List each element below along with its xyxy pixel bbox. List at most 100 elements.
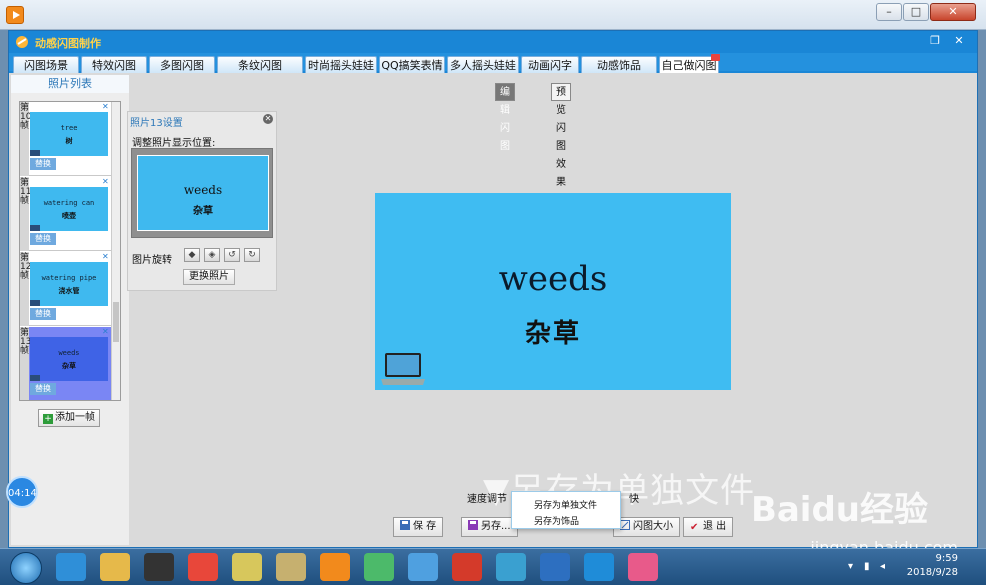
frame-replace-button[interactable]: 替换 xyxy=(30,308,56,320)
app-icon[interactable] xyxy=(540,553,570,581)
frame-thumbnail[interactable]: weeds 杂草 xyxy=(30,337,108,381)
watermark-logo: Baidu经验 xyxy=(750,490,928,530)
tab-stripe[interactable]: 条纹闪图 xyxy=(217,56,303,73)
laptop-icon xyxy=(30,225,40,231)
tab-ornaments[interactable]: 动感饰品 xyxy=(581,56,657,73)
shield-icon[interactable]: ▾ xyxy=(848,561,858,572)
tab-effect[interactable]: 特效闪图 xyxy=(81,56,147,73)
minimize-button[interactable]: – xyxy=(876,3,902,21)
game-icon[interactable] xyxy=(496,553,526,581)
frame-en: watering can xyxy=(43,199,95,207)
tab-bobblehead[interactable]: 时尚摇头娃娃 xyxy=(305,56,377,73)
frame-thumbnail[interactable]: tree 树 xyxy=(30,112,108,156)
edit-mode-button[interactable]: 编辑闪图 xyxy=(495,83,515,152)
position-preview[interactable]: weeds 杂草 xyxy=(131,148,273,238)
tab-scene[interactable]: 闪图场景 xyxy=(13,56,79,73)
save-as-menu: 另存为单独文件 另存为饰品 xyxy=(511,491,621,529)
paint-icon[interactable] xyxy=(276,553,306,581)
new-badge-icon xyxy=(711,54,720,61)
preview-mode-button[interactable]: 预览闪图效果 xyxy=(551,83,571,188)
frame-item-selected[interactable]: 第 13 帧 weeds 杂草 替换 ✕ xyxy=(20,327,112,400)
tab-multi[interactable]: 多图闪图 xyxy=(149,56,215,73)
clock-date: 2018/9/28 xyxy=(906,567,958,578)
laptop-icon xyxy=(30,375,40,381)
frame-number: 第 10 帧 xyxy=(20,102,31,176)
canvas-en: weeds xyxy=(498,259,608,299)
menu-item-save-file[interactable]: 另存为单独文件 xyxy=(534,498,597,511)
taskbar-clock[interactable]: 9:59 2018/9/28 xyxy=(907,552,958,580)
frame-replace-button[interactable]: 替换 xyxy=(30,233,56,245)
outer-title-bar: – □ ✕ xyxy=(0,0,986,30)
volume-icon[interactable]: ◂ xyxy=(880,561,890,572)
maximize-button[interactable]: □ xyxy=(903,3,929,21)
photo-settings-panel: 照片13设置 ✕ 调整照片显示位置: weeds 杂草 图片旋转 ◆ ◈ ↺ ↻… xyxy=(127,111,277,291)
video-icon[interactable] xyxy=(144,553,174,581)
frame-cn: 喷壶 xyxy=(62,212,76,220)
start-button[interactable] xyxy=(10,552,42,584)
monkey-icon[interactable] xyxy=(628,553,658,581)
preview-image[interactable]: weeds 杂草 xyxy=(137,155,269,231)
tab-bar: 闪图场景 特效闪图 多图闪图 条纹闪图 时尚摇头娃娃 QQ搞笑表情 多人摇头娃娃… xyxy=(9,53,977,73)
chrome-icon[interactable] xyxy=(188,553,218,581)
frame-cn: 杂草 xyxy=(62,362,76,370)
close-icon[interactable]: ✕ xyxy=(102,253,110,261)
frame-en: tree xyxy=(60,124,78,132)
folder-icon[interactable] xyxy=(100,553,130,581)
app-close-button[interactable]: ✕ xyxy=(949,33,969,49)
save-button[interactable]: 保 存 xyxy=(393,517,444,537)
ie-icon[interactable] xyxy=(56,553,86,581)
frame-list-scrollbar[interactable] xyxy=(111,102,120,400)
sogou-icon[interactable] xyxy=(584,553,614,581)
flip-horizontal-icon[interactable]: ◈ xyxy=(204,248,220,262)
menu-item-save-ornament[interactable]: 另存为饰品 xyxy=(534,514,579,527)
app-title: 动感闪图制作 xyxy=(35,37,101,50)
photo-list-header: 照片列表 xyxy=(11,75,129,93)
frame-number: 第 12 帧 xyxy=(20,252,31,326)
flip-vertical-icon[interactable]: ◆ xyxy=(184,248,200,262)
browser-icon[interactable] xyxy=(408,553,438,581)
app-title-bar: 动感闪图制作 ❐ ✕ xyxy=(9,31,977,53)
edit-canvas[interactable]: weeds 杂草 xyxy=(375,193,731,390)
frame-item[interactable]: 第 12 帧 watering pipe 浇水管 替换 ✕ xyxy=(20,252,112,326)
close-icon[interactable]: ✕ xyxy=(102,178,110,186)
frame-replace-button[interactable]: 替换 xyxy=(30,158,56,170)
close-icon[interactable]: ✕ xyxy=(102,328,110,336)
chess-icon[interactable] xyxy=(452,553,482,581)
app-logo-icon xyxy=(16,36,28,48)
tab-multi-bobblehead[interactable]: 多人摇头娃娃 xyxy=(447,56,519,73)
exit-button[interactable]: ✔ 退 出 xyxy=(683,517,734,537)
save-as-label: 另存... xyxy=(481,521,511,532)
notes-icon[interactable] xyxy=(232,553,262,581)
scrollbar-thumb[interactable] xyxy=(113,302,119,342)
close-icon[interactable]: ✕ xyxy=(102,103,110,111)
frame-replace-button[interactable]: 替换 xyxy=(30,383,56,395)
frame-item[interactable]: 第 11 帧 watering can 喷壶 替换 ✕ xyxy=(20,177,112,251)
add-frame-button[interactable]: + 添加一帧 xyxy=(38,409,100,427)
speed-fast-label: 快 xyxy=(629,494,639,505)
exit-label: 退 出 xyxy=(703,521,727,532)
size-button[interactable]: 闪图大小 xyxy=(613,517,680,537)
tab-animated-text[interactable]: 动画闪字 xyxy=(521,56,579,73)
tab-qq-emoji[interactable]: QQ搞笑表情 xyxy=(379,56,445,73)
frame-thumbnail[interactable]: watering pipe 浇水管 xyxy=(30,262,108,306)
tab-diy[interactable]: 自己做闪图 xyxy=(659,54,720,73)
size-label: 闪图大小 xyxy=(633,521,673,532)
pinwheel-icon[interactable] xyxy=(364,553,394,581)
replace-photo-button[interactable]: 更换照片 xyxy=(183,269,235,285)
close-button[interactable]: ✕ xyxy=(930,3,976,21)
frame-thumbnail[interactable]: watering can 喷壶 xyxy=(30,187,108,231)
laptop-icon xyxy=(30,300,40,306)
floppy-icon xyxy=(468,520,478,530)
rotate-right-icon[interactable]: ↻ xyxy=(244,248,260,262)
save-as-button[interactable]: 另存... xyxy=(461,517,518,537)
app-restore-button[interactable]: ❐ xyxy=(925,33,945,49)
frame-en: weeds xyxy=(58,349,80,357)
frame-item[interactable]: 第 10 帧 tree 树 替换 ✕ xyxy=(20,102,112,176)
settings-close-icon[interactable]: ✕ xyxy=(263,114,273,124)
rotate-left-icon[interactable]: ↺ xyxy=(224,248,240,262)
timer-badge: 04:14 xyxy=(6,476,38,508)
player-icon[interactable] xyxy=(320,553,350,581)
frame-number: 第 13 帧 xyxy=(20,327,31,400)
laptop-icon xyxy=(381,353,425,385)
network-icon[interactable]: ▮ xyxy=(864,561,874,572)
